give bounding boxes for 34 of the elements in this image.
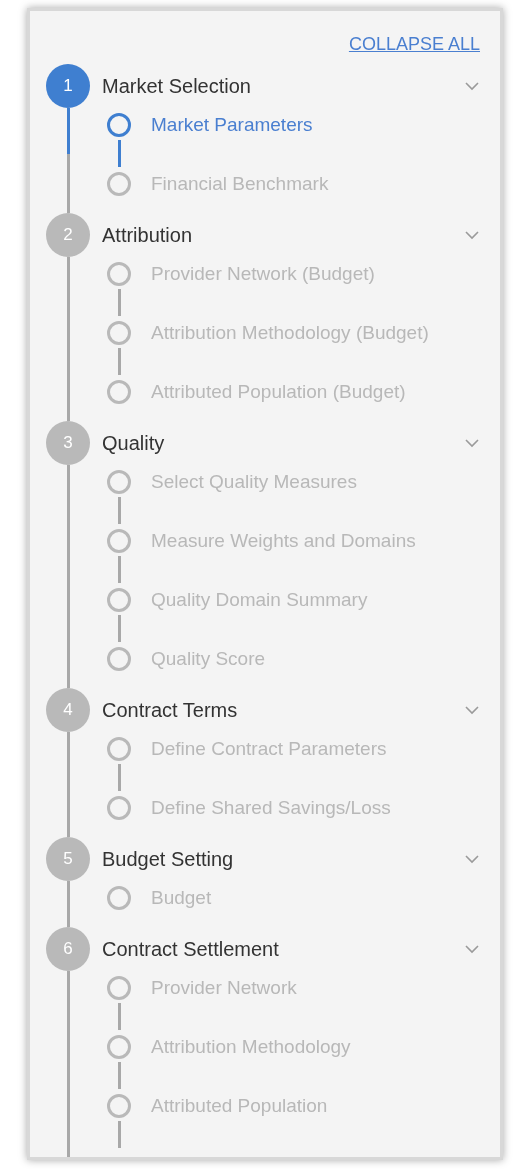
substep-label[interactable]: Budget: [151, 881, 212, 915]
step-title[interactable]: Budget Setting: [102, 844, 234, 874]
step-number: 2: [46, 213, 90, 257]
substep-label[interactable]: Market Parameters: [151, 108, 313, 142]
step-title[interactable]: Contract Settlement: [102, 934, 279, 964]
step-number: 1: [46, 64, 90, 108]
chevron-icon[interactable]: [464, 705, 480, 715]
chevron-icon[interactable]: [464, 438, 480, 448]
step-number: 3: [46, 421, 90, 465]
step-title[interactable]: Market Selection: [102, 71, 251, 101]
substep-label[interactable]: Attributed Population: [151, 1089, 328, 1123]
substep-label[interactable]: Provider Network (Budget): [151, 257, 375, 291]
substep-label[interactable]: Attributed Population (Budget): [151, 375, 406, 409]
substep-label[interactable]: Attribution Methodology: [151, 1030, 351, 1064]
step-number: 5: [46, 837, 90, 881]
substep-label[interactable]: Select Quality Measures: [151, 465, 357, 499]
chevron-icon[interactable]: [464, 230, 480, 240]
collapse-all-link[interactable]: COLLAPSE ALL: [348, 31, 480, 58]
substep-label[interactable]: Quality Domain Summary: [151, 583, 368, 617]
substep-label[interactable]: Measure Weights and Domains: [151, 524, 416, 558]
step-title[interactable]: Attribution: [102, 220, 193, 250]
substep-label[interactable]: Define Contract Parameters: [151, 732, 387, 766]
chevron-icon[interactable]: [464, 944, 480, 954]
step-number: 6: [46, 927, 90, 971]
step-title[interactable]: Contract Terms: [102, 695, 238, 725]
substep-label[interactable]: Define Shared Savings/Loss: [151, 791, 391, 825]
chevron-icon[interactable]: [464, 81, 480, 91]
substep-label[interactable]: Quality Score: [151, 642, 266, 676]
substep-label[interactable]: Financial Benchmark: [151, 167, 329, 201]
step-title[interactable]: Quality: [102, 428, 165, 458]
step-number: 4: [46, 688, 90, 732]
substep-label[interactable]: Provider Network: [151, 971, 297, 1005]
chevron-icon[interactable]: [464, 854, 480, 864]
substep-label[interactable]: Attribution Methodology (Budget): [151, 316, 429, 350]
